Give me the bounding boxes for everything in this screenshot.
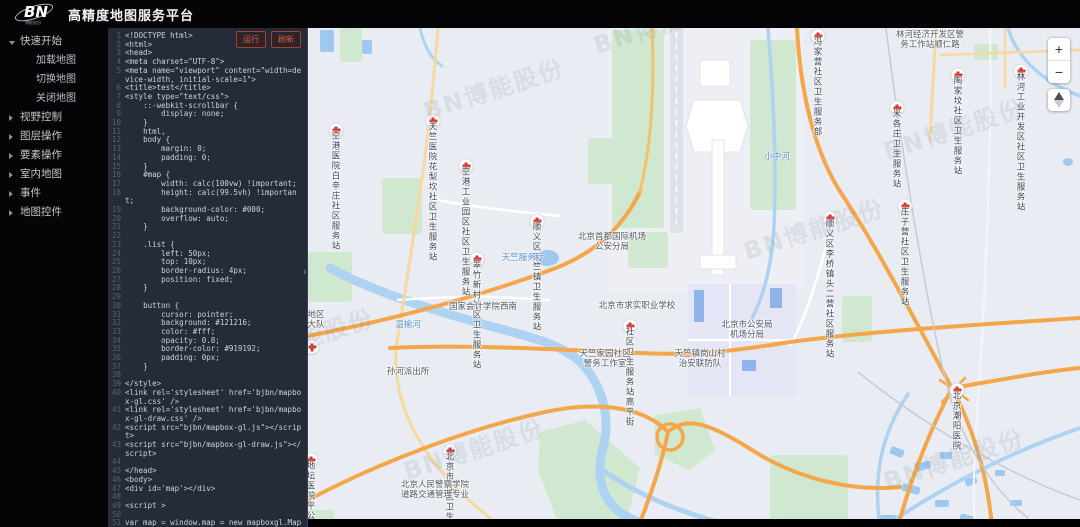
line-text: <div id='map'></div> — [125, 483, 216, 493]
editor-toolbar: 运行 刷新 — [236, 31, 301, 48]
line-text: <script src="bjbn/mapbox-gl-draw.js"></s… — [125, 440, 302, 458]
code-line: 42 <script src="bjbn/mapbox-gl.js"></scri… — [108, 422, 307, 441]
compass-needle-icon — [1054, 100, 1064, 108]
sidebar-item-label: 要素操作 — [20, 149, 62, 161]
line-text: overflow: auto; — [125, 213, 229, 223]
line-text: padding: 0px; — [125, 353, 220, 363]
app-header: BN 博能股份 高精度地图服务平台 — [0, 0, 1080, 28]
code-line: 37 } — [108, 361, 307, 372]
caret-right-icon — [9, 115, 13, 121]
map-zoom-out-button[interactable]: − — [1048, 61, 1070, 83]
sidebar-subitem-1-3[interactable]: 关闭地图 — [0, 89, 108, 108]
map-zoom-in-button[interactable]: + — [1048, 38, 1070, 60]
code-lines[interactable]: 1 <!DOCTYPE html> 2 <html> 3 <head> 4 <meta cha… — [108, 31, 307, 527]
sidebar-item-2[interactable]: 视野控制 — [0, 108, 108, 127]
run-button[interactable]: 运行 — [236, 31, 266, 48]
compass-needle-icon — [1054, 92, 1064, 100]
line-text: <link rel='stylesheet' href='bjbn/mapbox… — [125, 405, 302, 423]
line-text: position: fixed; — [125, 274, 234, 284]
sidebar-subitem-1-2[interactable]: 切换地图 — [0, 70, 108, 89]
line-number: 5 — [116, 65, 121, 75]
sidebar-subitem-1-1[interactable]: 加载地图 — [0, 51, 108, 70]
line-text: <link rel='stylesheet' href='bjbn/mapbox… — [125, 387, 302, 406]
code-editor[interactable]: 运行 刷新 1 <!DOCTYPE html> 2 <html> 3 <head> 4 <me… — [108, 28, 308, 527]
sidebar-item-label: 地图控件 — [20, 206, 62, 218]
sidebar-item-label: 事件 — [20, 187, 41, 199]
logo-text: BN — [24, 3, 48, 21]
line-text: } — [125, 283, 148, 293]
line-text: </head> — [125, 466, 157, 476]
sidebar-item-6[interactable]: 事件 — [0, 184, 108, 203]
caret-down-icon — [9, 41, 15, 45]
line-text: padding: 0; — [125, 152, 211, 162]
collapse-editor-handle[interactable]: ‹ — [303, 266, 307, 277]
line-number: 40 — [111, 387, 121, 397]
logo-subtext: 博能股份 — [25, 20, 41, 25]
sidebar: 快速开始加载地图 切换地图 关闭地图视野控制图层操作要素操作室内地图事件地图控件 — [0, 28, 108, 527]
line-text: } — [125, 361, 148, 371]
map-controls: + − — [1048, 38, 1070, 115]
caret-right-icon — [9, 172, 13, 178]
caret-right-icon — [9, 134, 13, 140]
code-line: 18 height: calc(99.5vh) !important; — [108, 187, 307, 206]
line-number: 42 — [111, 422, 121, 432]
line-text: <meta name="viewport" content="width=dev… — [125, 65, 302, 84]
brand-logo: BN 博能股份 — [12, 0, 58, 28]
line-text: <script > — [125, 500, 166, 510]
code-line: 41 <link rel='stylesheet' href='bjbn/mapb… — [108, 405, 307, 423]
code-line: 5 <meta name="viewport" content="width=de… — [108, 65, 307, 84]
sidebar-item-label: 视野控制 — [20, 111, 62, 123]
sidebar-item-3[interactable]: 图层操作 — [0, 127, 108, 146]
sidebar-item-4[interactable]: 要素操作 — [0, 146, 108, 165]
line-text: display: none; — [125, 109, 225, 119]
sidebar-item-label: 快速开始 — [20, 35, 62, 47]
page-title: 高精度地图服务平台 — [68, 8, 195, 24]
caret-right-icon — [9, 210, 13, 216]
sidebar-item-7[interactable]: 地图控件 — [0, 203, 108, 222]
sidebar-item-1[interactable]: 快速开始 — [0, 32, 108, 51]
code-line: 28 } — [108, 284, 307, 293]
code-line: 51 var map = window.map = new mapboxgl.Ma… — [108, 518, 307, 527]
line-text: height: calc(99.5vh) !important; — [125, 187, 297, 206]
code-line: 49 <script > — [108, 500, 307, 511]
sidebar-item-label: 室内地图 — [20, 168, 62, 180]
map-bottom-gap — [308, 519, 1080, 527]
code-line: 40 <link rel='stylesheet' href='bjbn/mapb… — [108, 387, 307, 406]
map-compass-button[interactable] — [1048, 89, 1070, 111]
line-number: 43 — [111, 440, 121, 450]
caret-right-icon — [9, 191, 13, 197]
app-window: 空港医院白辛 庄社区服务站 天竺医院花梨坎 社区卫生服务站 空港工业园区社 区卫生服… — [0, 0, 1080, 527]
refresh-button[interactable]: 刷新 — [271, 31, 301, 48]
sidebar-item-label: 图层操作 — [20, 130, 62, 142]
sidebar-item-5[interactable]: 室内地图 — [0, 165, 108, 184]
line-number: 41 — [111, 405, 121, 415]
code-line: 47 <div id='map'></div> — [108, 483, 307, 494]
code-line: 21 } — [108, 223, 307, 232]
line-text: <script src="bjbn/mapbox-gl.js"></script… — [125, 422, 302, 441]
line-text: } — [125, 222, 148, 232]
line-text: var map = window.map = new mapboxgl.Map(… — [125, 518, 302, 527]
line-number: 51 — [111, 518, 121, 527]
caret-right-icon — [9, 153, 13, 159]
line-number: 18 — [111, 187, 121, 197]
code-line: 43 <script src="bjbn/mapbox-gl-draw.js"><… — [108, 440, 307, 458]
